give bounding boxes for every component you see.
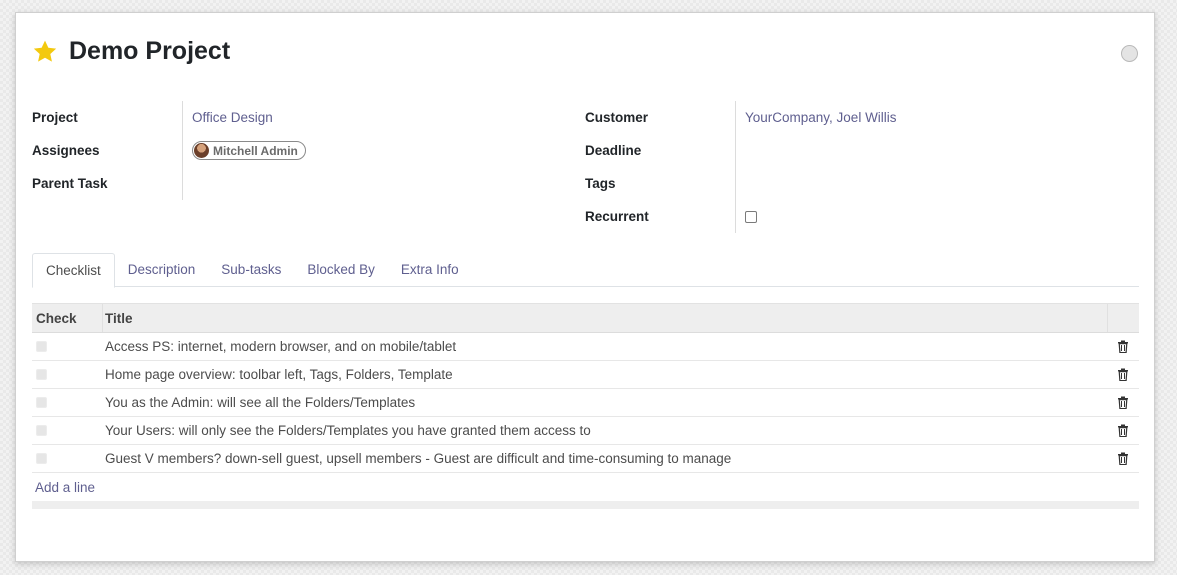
- table-row[interactable]: Your Users: will only see the Folders/Te…: [32, 417, 1139, 445]
- field-project: Project Office Design: [32, 101, 572, 134]
- recurrent-checkbox[interactable]: [745, 210, 757, 223]
- row-title[interactable]: Your Users: will only see the Folders/Te…: [103, 417, 1107, 445]
- row-title[interactable]: Home page overview: toolbar left, Tags, …: [103, 361, 1107, 389]
- add-line-link[interactable]: Add a line: [32, 473, 1139, 501]
- tab-sub-tasks[interactable]: Sub-tasks: [208, 253, 294, 287]
- field-label: Project: [32, 110, 78, 125]
- kanban-state-icon[interactable]: [1121, 45, 1138, 62]
- star-icon[interactable]: [32, 39, 58, 65]
- row-checkbox[interactable]: [36, 397, 47, 408]
- task-form-sheet: Demo Project Project Office Design Assig…: [15, 12, 1155, 562]
- column-actions: [1107, 304, 1139, 332]
- field-label: Parent Task: [32, 176, 108, 191]
- trash-icon[interactable]: [1117, 424, 1129, 437]
- column-check[interactable]: Check: [32, 304, 103, 332]
- row-checkbox[interactable]: [36, 341, 47, 352]
- field-assignees: Assignees Mitchell Admin: [32, 134, 572, 167]
- fields-left: Project Office Design Assignees Mitchell…: [32, 101, 572, 200]
- customer-link[interactable]: YourCompany, Joel Willis: [745, 110, 897, 125]
- column-title[interactable]: Title: [103, 304, 1107, 332]
- trash-icon[interactable]: [1117, 368, 1129, 381]
- row-title[interactable]: You as the Admin: will see all the Folde…: [103, 389, 1107, 417]
- row-title[interactable]: Guest V members? down-sell guest, upsell…: [103, 445, 1107, 473]
- table-header: Check Title: [32, 303, 1139, 333]
- table-footer: [32, 501, 1139, 509]
- field-recurrent: Recurrent: [585, 200, 1140, 233]
- task-title[interactable]: Demo Project: [69, 37, 230, 66]
- title-row: Demo Project: [32, 37, 230, 66]
- field-label: Customer: [585, 110, 649, 125]
- notebook-tabs: Checklist Description Sub-tasks Blocked …: [32, 253, 1139, 288]
- table-row[interactable]: Home page overview: toolbar left, Tags, …: [32, 361, 1139, 389]
- tab-blocked-by[interactable]: Blocked By: [294, 253, 388, 287]
- row-checkbox[interactable]: [36, 425, 47, 436]
- table-row[interactable]: Guest V members? down-sell guest, upsell…: [32, 445, 1139, 473]
- parent-task-input[interactable]: [182, 167, 572, 200]
- field-tags: Tags: [585, 167, 1140, 200]
- table-row[interactable]: Access PS: internet, modern browser, and…: [32, 333, 1139, 361]
- avatar: [194, 143, 209, 158]
- field-label: Deadline: [585, 143, 642, 158]
- field-label: Tags: [585, 176, 616, 191]
- tags-input[interactable]: [735, 167, 1140, 200]
- field-customer: Customer YourCompany, Joel Willis: [585, 101, 1140, 134]
- row-checkbox[interactable]: [36, 369, 47, 380]
- tab-checklist[interactable]: Checklist: [32, 253, 115, 288]
- tab-extra-info[interactable]: Extra Info: [388, 253, 472, 287]
- field-label: Recurrent: [585, 209, 649, 224]
- assignee-name: Mitchell Admin: [213, 143, 298, 158]
- checklist-table: Check Title Access PS: internet, modern …: [32, 303, 1139, 509]
- tab-description[interactable]: Description: [115, 253, 209, 287]
- deadline-input[interactable]: [735, 134, 1140, 167]
- project-link[interactable]: Office Design: [192, 110, 273, 125]
- trash-icon[interactable]: [1117, 340, 1129, 353]
- row-checkbox[interactable]: [36, 453, 47, 464]
- field-deadline: Deadline: [585, 134, 1140, 167]
- table-row[interactable]: You as the Admin: will see all the Folde…: [32, 389, 1139, 417]
- row-title[interactable]: Access PS: internet, modern browser, and…: [103, 333, 1107, 361]
- assignee-tag[interactable]: Mitchell Admin: [192, 141, 306, 160]
- trash-icon[interactable]: [1117, 396, 1129, 409]
- field-parent-task: Parent Task: [32, 167, 572, 200]
- field-label: Assignees: [32, 143, 100, 158]
- trash-icon[interactable]: [1117, 452, 1129, 465]
- fields-right: Customer YourCompany, Joel Willis Deadli…: [585, 101, 1140, 233]
